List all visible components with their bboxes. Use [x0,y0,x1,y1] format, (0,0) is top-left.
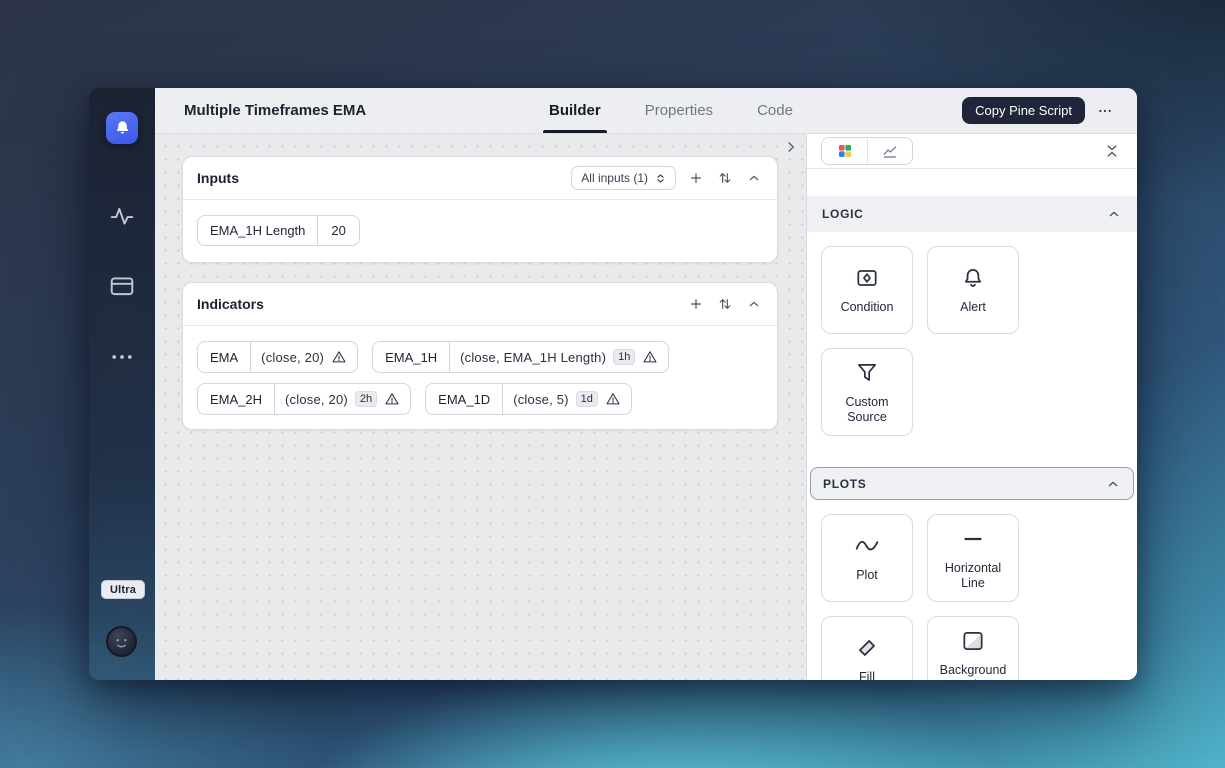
section-header-logic[interactable]: LOGIC [807,196,1137,232]
warning-triangle-icon[interactable] [331,349,347,365]
warning-triangle-icon[interactable] [605,391,621,407]
chevron-up-icon [1105,476,1121,492]
sort-inputs-button[interactable] [716,169,734,187]
indicator-name: EMA_1H [373,342,451,372]
card-custom-source[interactable]: Custom Source [821,348,913,436]
indicators-panel: Indicators EMA (close, 20) EMA_1H (close… [182,282,778,430]
builder-canvas: Inputs All inputs (1) EMA_1H Length 20 I… [155,134,806,680]
tab-chart-preview[interactable] [867,138,912,164]
timeframe-badge: 1h [613,349,636,365]
input-value[interactable]: 20 [318,216,358,245]
indicator-args: (close, 20) [285,391,348,407]
plus-icon [688,170,704,186]
plan-badge: Ultra [101,580,146,599]
sort-icon [717,296,733,312]
window-header: Multiple Timeframes EMA Builder Properti… [155,88,1137,134]
indicators-panel-title: Indicators [197,296,264,312]
library-view-switch [821,137,913,165]
inputs-panel: Inputs All inputs (1) EMA_1H Length 20 [182,156,778,263]
timeframe-badge: 1d [575,391,598,407]
horizontal-line-icon [960,526,986,552]
components-grid-icon [837,143,853,159]
card-plot[interactable]: Plot [821,514,913,602]
card-fill[interactable]: Fill [821,616,913,680]
library-scroll-area: LOGIC Condition Alert Custom Source PLOT… [807,169,1137,680]
card-background-color[interactable]: Background Color [927,616,1019,680]
background-color-icon [960,628,986,654]
bell-icon [114,120,131,137]
chevron-up-icon [746,170,762,186]
page-title: Multiple Timeframes EMA [184,102,367,119]
sort-indicators-button[interactable] [716,295,734,313]
condition-icon [854,265,880,291]
user-avatar[interactable] [106,626,137,657]
warning-triangle-icon[interactable] [384,391,400,407]
card-condition[interactable]: Condition [821,246,913,334]
warning-triangle-icon[interactable] [642,349,658,365]
component-library-panel: LOGIC Condition Alert Custom Source PLOT… [806,134,1137,680]
library-tabbar [807,134,1137,169]
chevron-up-icon [1106,206,1122,222]
indicator-pill[interactable]: EMA_1D (close, 5) 1d [425,383,632,415]
indicator-pill[interactable]: EMA (close, 20) [197,341,359,373]
section-title: PLOTS [823,476,867,491]
plot-cards: Plot Horizontal Line Fill Background [807,500,1137,680]
inputs-panel-title: Inputs [197,170,239,186]
indicator-name: EMA [198,342,252,372]
custom-source-icon [854,360,880,386]
section-title: LOGIC [822,207,864,221]
collapse-indicators-button[interactable] [745,295,763,313]
indicator-args: (close, EMA_1H Length) [460,349,607,365]
collapse-library-button[interactable] [1103,141,1123,161]
indicator-args: (close, 20) [261,349,325,365]
app-logo[interactable] [106,112,138,144]
input-name: EMA_1H Length [198,216,319,245]
ellipsis-icon [1097,103,1113,119]
chevron-select-icon [655,173,666,184]
chevron-up-icon [746,296,762,312]
alert-bell-icon [960,265,986,291]
indicator-name: EMA_2H [198,384,276,414]
logic-cards: Condition Alert Custom Source [807,232,1137,450]
view-tabs: Builder Properties Code [527,88,815,133]
collapse-vertical-icon [1103,142,1123,160]
indicator-args: (close, 5) [513,391,569,407]
chevron-right-icon [782,138,800,156]
tab-builder[interactable]: Builder [527,88,623,133]
tab-code[interactable]: Code [735,88,815,133]
timeframe-badge: 2h [354,391,378,407]
sidebar-item-more[interactable] [109,344,135,370]
input-field-row[interactable]: EMA_1H Length 20 [197,215,360,246]
copy-pine-script-button[interactable]: Copy Pine Script [962,97,1085,124]
panel-collapse-handle[interactable] [782,138,800,156]
sidebar-item-charts[interactable] [109,203,135,229]
section-header-plots[interactable]: PLOTS [810,467,1134,500]
plus-icon [688,296,704,312]
indicator-name: EMA_1D [426,384,504,414]
card-horizontal-line[interactable]: Horizontal Line [927,514,1019,602]
tab-components[interactable] [822,138,867,164]
card-alert[interactable]: Alert [927,246,1019,334]
add-input-button[interactable] [687,169,705,187]
card-icon [109,273,135,299]
indicator-pill[interactable]: EMA_2H (close, 20) 2h [197,383,412,415]
sort-icon [717,170,733,186]
inputs-filter-dropdown[interactable]: All inputs (1) [571,166,676,190]
activity-icon [109,203,135,229]
app-sidebar: Ultra [89,88,155,680]
tab-properties[interactable]: Properties [623,88,735,133]
chart-line-icon [882,143,898,159]
indicator-pill[interactable]: EMA_1H (close, EMA_1H Length) 1h [372,341,670,373]
window-more-button[interactable] [1093,99,1117,123]
collapse-inputs-button[interactable] [745,169,763,187]
fill-icon [854,635,880,661]
sidebar-item-cards[interactable] [109,273,135,299]
plot-wave-icon [854,533,880,559]
builder-window: Ultra Multiple Timeframes EMA Builder Pr… [89,88,1137,680]
add-indicator-button[interactable] [687,295,705,313]
ellipsis-icon [109,344,135,370]
